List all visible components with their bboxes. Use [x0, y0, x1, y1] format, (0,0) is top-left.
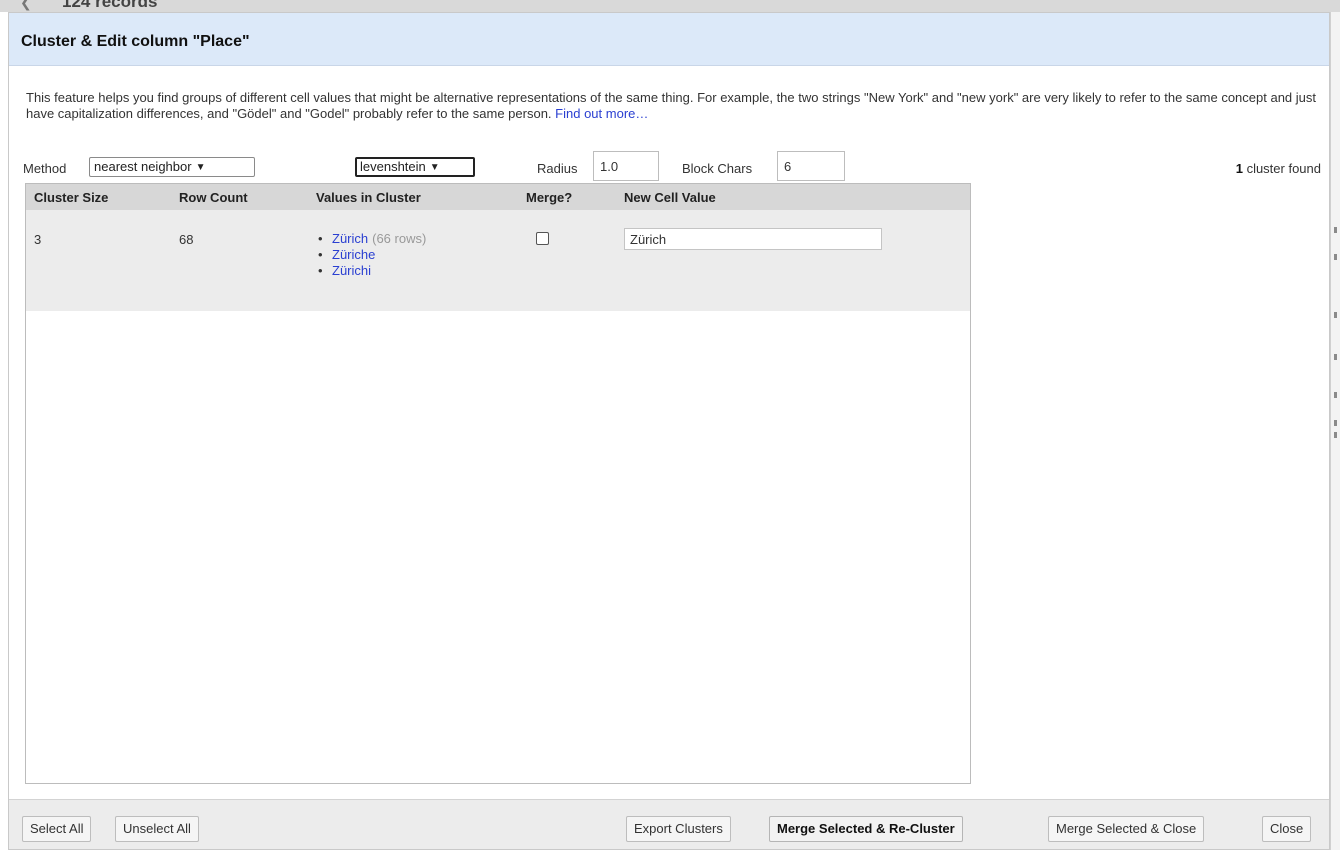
background-app-edge [1330, 12, 1340, 850]
dialog-description: This feature helps you find groups of di… [26, 90, 1326, 122]
value-rows-count: (66 rows) [372, 231, 427, 246]
block-chars-label: Block Chars [682, 161, 753, 176]
table-row: 3 68 Zürich (66 rows) Züriche Zürichi Zür… [26, 210, 970, 311]
method-label: Method [23, 161, 67, 176]
header-new-value: New Cell Value [624, 190, 716, 205]
merge-close-button[interactable]: Merge Selected & Close [1048, 816, 1205, 842]
chevron-down-icon: ▼ [195, 162, 206, 173]
cluster-value-link[interactable]: Züriche [332, 247, 375, 262]
header-row-count: Row Count [179, 190, 248, 205]
merge-recluster-button[interactable]: Merge Selected & Re-Cluster [769, 816, 963, 842]
edge-mark [1334, 227, 1337, 233]
background-app-bar: ❮ 124 records [0, 0, 1340, 12]
dialog-footer: Select All Unselect All Export Clusters … [9, 799, 1329, 849]
dialog-title: Cluster & Edit column "Place" [21, 33, 250, 50]
cluster-size-cell: 3 [34, 232, 42, 247]
row-count-cell: 68 [179, 232, 194, 247]
edge-mark [1334, 432, 1337, 438]
distance-select-value: levenshtein [360, 159, 426, 174]
edge-mark [1334, 420, 1337, 426]
cluster-value-link[interactable]: Zürich [332, 231, 368, 246]
background-records-title: 124 records [62, 0, 158, 11]
unselect-all-button[interactable]: Unselect All [115, 816, 199, 842]
description-text: This feature helps you find groups of di… [26, 90, 1317, 121]
list-item: Züriche [318, 247, 426, 263]
distance-function-select[interactable]: levenshtein ▼ [355, 157, 475, 177]
method-select[interactable]: nearest neighbor ▼ [89, 157, 255, 177]
find-out-more-link[interactable]: Find out more… [555, 106, 648, 121]
table-header: Cluster Size Row Count Values in Cluster… [26, 184, 970, 210]
new-cell-value-input[interactable]: Zürich [624, 228, 882, 250]
radius-input[interactable]: 1.0 [593, 151, 659, 181]
select-all-button[interactable]: Select All [22, 816, 92, 842]
header-values: Values in Cluster [316, 190, 421, 205]
clusters-table: Cluster Size Row Count Values in Cluster… [25, 183, 971, 784]
cluster-found-status: 1 cluster found [1236, 161, 1321, 176]
radius-label: Radius [537, 161, 578, 176]
cluster-edit-dialog: Cluster & Edit column "Place" This featu… [8, 12, 1330, 850]
export-clusters-button[interactable]: Export Clusters [626, 816, 731, 842]
header-merge: Merge? [526, 190, 573, 205]
edge-mark [1334, 254, 1337, 260]
cluster-value-link[interactable]: Zürichi [332, 263, 371, 278]
cluster-count: 1 [1235, 161, 1243, 176]
cluster-found-text: cluster found [1246, 161, 1321, 176]
close-button[interactable]: Close [1262, 816, 1312, 842]
edge-mark [1334, 392, 1337, 398]
edge-mark [1334, 312, 1337, 318]
chevron-down-icon: ▼ [429, 162, 440, 173]
list-item: Zürichi [318, 263, 426, 279]
edge-mark [1334, 354, 1337, 360]
method-select-value: nearest neighbor [94, 159, 192, 174]
back-arrow-icon: ❮ [20, 0, 32, 10]
dialog-header: Cluster & Edit column "Place" [9, 13, 1329, 66]
merge-checkbox[interactable] [536, 232, 549, 245]
cluster-controls: Method nearest neighbor ▼ levenshtein ▼ Ra… [9, 151, 1329, 181]
list-item: Zürich (66 rows) [318, 231, 426, 247]
cluster-values-list: Zürich (66 rows) Züriche Zürichi [318, 231, 426, 279]
block-chars-input[interactable]: 6 [777, 151, 845, 181]
header-cluster-size: Cluster Size [34, 190, 109, 205]
